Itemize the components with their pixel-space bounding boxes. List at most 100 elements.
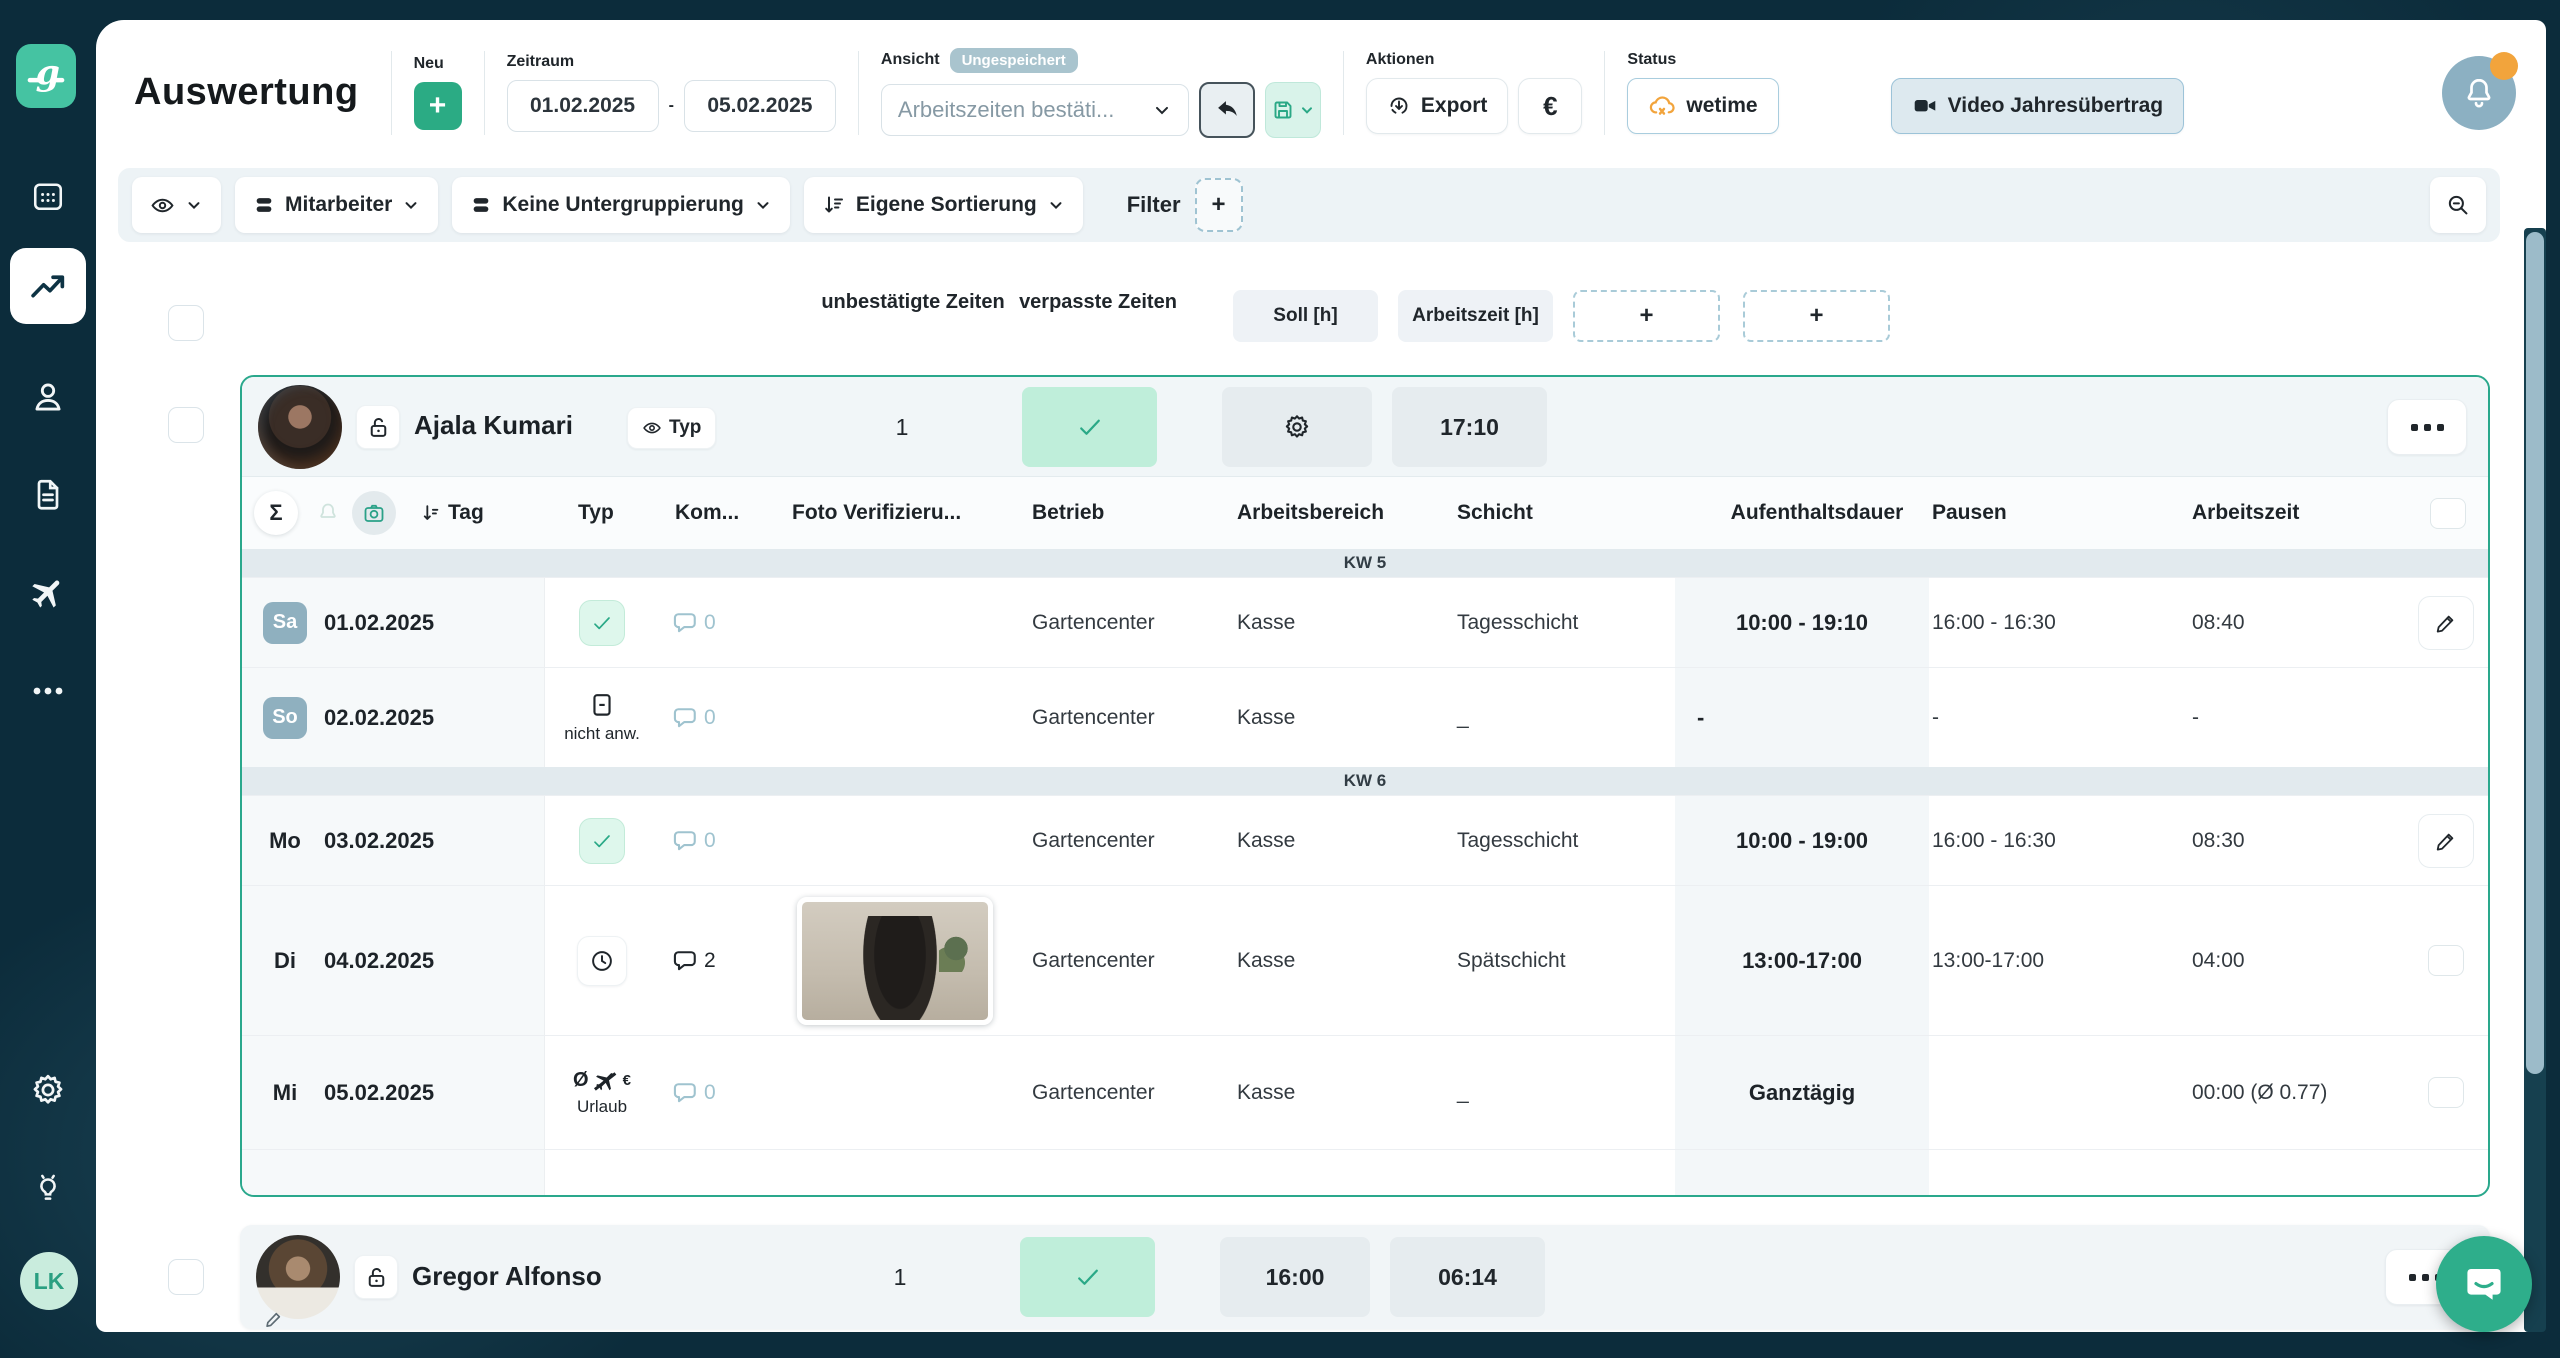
- employee-card-gregor[interactable]: Gregor Alfonso 1 16:00 06:14: [240, 1225, 2490, 1329]
- scrollbar-thumb[interactable]: [2526, 232, 2544, 1074]
- employee-header-row[interactable]: Ajala Kumari Typ 1 17:10: [242, 377, 2488, 477]
- eye-icon: [642, 418, 662, 438]
- save-view-button[interactable]: [1265, 82, 1321, 138]
- sidebar: g: [0, 0, 96, 1358]
- sidebar-item-more[interactable]: [0, 684, 96, 698]
- sidebar-item-ideas[interactable]: [0, 1170, 96, 1206]
- verpasste-ok-cell[interactable]: [1022, 387, 1157, 467]
- sidebar-item-dokumente[interactable]: [0, 476, 96, 512]
- trend-up-icon: [27, 265, 69, 307]
- comment-icon: [672, 827, 700, 855]
- notifications-button[interactable]: [2442, 56, 2516, 130]
- filter-bar: Mitarbeiter Keine Untergruppierung Eigen…: [118, 168, 2500, 242]
- col-arbeitszeit-button[interactable]: Arbeitszeit [h]: [1398, 290, 1553, 342]
- col-soll-button[interactable]: Soll [h]: [1233, 290, 1378, 342]
- typ-toggle-button[interactable]: Typ: [627, 407, 716, 449]
- new-entry-button[interactable]: +: [414, 82, 462, 130]
- verpasste-ok-cell[interactable]: [1020, 1237, 1155, 1317]
- gear-icon: [30, 1072, 66, 1108]
- pending-clock-badge[interactable]: [577, 936, 627, 986]
- add-column-button[interactable]: +: [1573, 290, 1720, 342]
- table-row[interactable]: Mi 05.02.2025 Ø € Urlaub 0 Gartencenter: [242, 1035, 2488, 1150]
- employee-checkbox[interactable]: [168, 407, 204, 443]
- alerts-toggle-button[interactable]: [306, 491, 350, 535]
- select-all-checkbox[interactable]: [168, 305, 204, 341]
- sidebar-item-abwesenheiten[interactable]: [0, 574, 96, 612]
- scrollbar-track[interactable]: [2524, 228, 2546, 1332]
- sidebar-item-settings[interactable]: [0, 1072, 96, 1108]
- table-row[interactable]: Di 04.02.2025 2 Gartencenter Kasse Späts…: [242, 885, 2488, 1035]
- employee-checkbox[interactable]: [168, 1259, 204, 1295]
- sort-dropdown[interactable]: Eigene Sortierung: [804, 177, 1083, 233]
- filter-label: Filter: [1127, 192, 1181, 218]
- verification-photo[interactable]: [797, 897, 993, 1025]
- add-column-button[interactable]: +: [1743, 290, 1890, 342]
- photo-filter-button[interactable]: [352, 491, 396, 535]
- sum-toggle-button[interactable]: Σ: [254, 491, 298, 535]
- confirmed-badge: [579, 818, 625, 864]
- sidebar-item-mitarbeiter[interactable]: [0, 378, 96, 416]
- comment-icon: [672, 947, 700, 975]
- header-row-checkbox[interactable]: [2430, 498, 2466, 529]
- col-arbeitsbereich[interactable]: Arbeitsbereich: [1237, 477, 1384, 549]
- employee-name: Ajala Kumari: [414, 410, 573, 441]
- col-verpasste-zeiten: verpasste Zeiten: [998, 290, 1198, 315]
- visibility-dropdown[interactable]: [132, 177, 221, 233]
- col-typ[interactable]: Typ: [578, 477, 614, 549]
- edit-row-button[interactable]: [2418, 814, 2474, 868]
- app-logo[interactable]: g: [16, 44, 76, 108]
- sidebar-item-auswertung-active[interactable]: [10, 248, 86, 324]
- groupby-dropdown[interactable]: Mitarbeiter: [235, 177, 438, 233]
- row-checkbox[interactable]: [2428, 1077, 2464, 1108]
- col-tag[interactable]: Tag: [420, 477, 484, 549]
- eye-icon: [150, 193, 175, 218]
- subgroup-dropdown[interactable]: Keine Untergruppierung: [452, 177, 790, 233]
- unlock-button[interactable]: [354, 1255, 398, 1299]
- currency-button[interactable]: €: [1518, 78, 1582, 134]
- arbeitszeit-total-cell: 17:10: [1392, 387, 1547, 467]
- edit-row-button[interactable]: [2418, 596, 2474, 650]
- table-row[interactable]: Mo 03.02.2025 0 Gartencenter Kasse Tages…: [242, 795, 2488, 885]
- table-row[interactable]: Sa 01.02.2025 0 Gartencenter Kasse Tages…: [242, 577, 2488, 667]
- comments-cell[interactable]: 2: [672, 886, 772, 1035]
- row-checkbox[interactable]: [2428, 945, 2464, 976]
- soll-settings-cell[interactable]: [1222, 387, 1372, 467]
- logo-glyph-icon: g: [24, 52, 68, 100]
- col-schicht[interactable]: Schicht: [1457, 477, 1533, 549]
- chevron-down-icon: [185, 196, 203, 214]
- export-button[interactable]: Export: [1366, 78, 1509, 134]
- chat-support-button[interactable]: [2436, 1236, 2532, 1332]
- section-aktionen: Aktionen Export €: [1366, 51, 1583, 134]
- vacation-badge: Ø € Urlaub: [573, 1069, 631, 1117]
- avatar: [256, 1235, 340, 1319]
- comment-icon: [672, 609, 700, 637]
- col-kommentare[interactable]: Kom...: [675, 477, 739, 549]
- employee-more-button[interactable]: [2387, 399, 2467, 455]
- sidebar-item-calendar[interactable]: [0, 178, 96, 214]
- table-row[interactable]: So 02.02.2025 nicht anw. 0 Gartencenter …: [242, 667, 2488, 767]
- date-to-input[interactable]: 05.02.2025: [684, 80, 836, 132]
- date-from-input[interactable]: 01.02.2025: [507, 80, 659, 132]
- section-ansicht: Ansicht Ungespeichert Arbeitszeiten best…: [881, 48, 1321, 138]
- col-aufenthaltsdauer[interactable]: Aufenthaltsdauer: [1705, 477, 1929, 549]
- check-icon: [590, 829, 614, 853]
- col-betrieb[interactable]: Betrieb: [1032, 477, 1104, 549]
- unlock-button[interactable]: [356, 405, 400, 449]
- schicht-cell: Tagesschicht: [1457, 578, 1667, 667]
- search-button[interactable]: [2430, 177, 2486, 233]
- video-jahresuebertrag-button[interactable]: Video Jahresübertrag: [1891, 78, 2185, 134]
- day-badge: Sa: [263, 602, 307, 644]
- col-foto-verifizierung[interactable]: Foto Verifizieru...: [792, 477, 961, 549]
- add-filter-button[interactable]: +: [1195, 178, 1243, 232]
- view-select[interactable]: Arbeitszeiten bestäti...: [881, 84, 1189, 136]
- user-avatar[interactable]: LK: [20, 1252, 78, 1310]
- comments-cell[interactable]: 0: [672, 578, 772, 667]
- undo-button[interactable]: [1199, 82, 1255, 138]
- comments-cell[interactable]: 0: [672, 1036, 772, 1149]
- comments-cell[interactable]: 0: [672, 796, 772, 885]
- status-wetime-button[interactable]: wetime: [1627, 78, 1778, 134]
- arbeitsbereich-cell: Kasse: [1237, 796, 1432, 885]
- comments-cell[interactable]: 0: [672, 668, 772, 767]
- col-pausen[interactable]: Pausen: [1932, 477, 2007, 549]
- col-arbeitszeit[interactable]: Arbeitszeit: [2192, 477, 2299, 549]
